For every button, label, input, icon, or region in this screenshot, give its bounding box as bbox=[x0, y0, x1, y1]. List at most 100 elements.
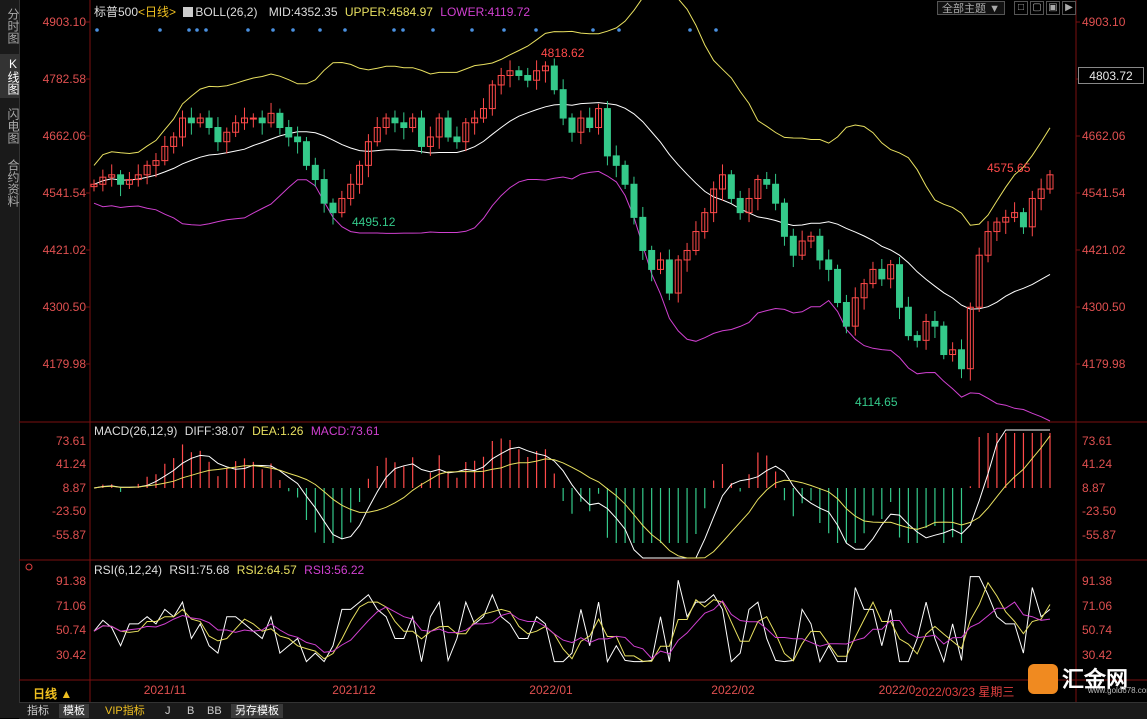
annotation-low-1: 4495.12 bbox=[352, 215, 396, 229]
rsi-label-right: 50.74 bbox=[1082, 623, 1112, 637]
period-toggle[interactable]: 日线 ▲ bbox=[33, 685, 72, 702]
annotation-recent-high: 4575.65 bbox=[987, 161, 1031, 175]
event-dot bbox=[688, 28, 692, 32]
candle-body bbox=[285, 127, 293, 138]
candle-body bbox=[320, 179, 328, 204]
candle-body bbox=[453, 136, 461, 143]
chevron-down-icon: ▼ bbox=[989, 3, 1000, 15]
tab-template[interactable]: 模板 bbox=[59, 704, 89, 718]
candle-body bbox=[896, 264, 904, 308]
logo-url: www.gold678.com bbox=[1088, 686, 1147, 695]
rsi1-line bbox=[93, 576, 1051, 664]
gold678-logo: 汇金网 www.gold678.com bbox=[1028, 660, 1147, 696]
candle-body bbox=[329, 202, 337, 214]
event-dots bbox=[95, 28, 718, 32]
macd-diff: DIFF:38.07 bbox=[184, 424, 245, 438]
kline-chart[interactable]: 4903.104903.104782.584782.584662.064662.… bbox=[0, 0, 1147, 718]
tab-vip-indicator[interactable]: VIP指标 bbox=[101, 704, 149, 718]
tab-bb[interactable]: BB bbox=[203, 704, 226, 718]
candle-body bbox=[816, 235, 824, 261]
rsi3-value: RSI3:56.22 bbox=[304, 563, 365, 577]
time-label: 2021/11 bbox=[144, 683, 187, 697]
tab-j[interactable]: J bbox=[161, 704, 175, 718]
main-chart-header: 标普500<日线> BOLL(26,2) MID:4352.35 UPPER:4… bbox=[94, 3, 534, 20]
candle-body bbox=[727, 174, 735, 199]
macd-label-left: 73.61 bbox=[56, 434, 86, 448]
event-dot bbox=[204, 28, 208, 32]
price-label-left: 4662.06 bbox=[43, 129, 87, 143]
candle-body bbox=[187, 117, 195, 124]
tab-indicator[interactable]: 指标 bbox=[23, 704, 53, 718]
candle-body bbox=[772, 183, 780, 204]
time-label: 2022/02 bbox=[711, 683, 755, 697]
event-dot bbox=[187, 28, 191, 32]
price-label-left: 4782.58 bbox=[43, 72, 87, 86]
window-button-4[interactable]: ▶ bbox=[1062, 1, 1076, 15]
price-label-right: 4662.06 bbox=[1082, 129, 1126, 143]
candle-body bbox=[1019, 212, 1027, 228]
macd-header: MACD(26,12,9) DIFF:38.07 DEA:1.26 MACD:7… bbox=[94, 424, 384, 438]
time-label: 2021/12 bbox=[332, 683, 376, 697]
time-label: 2022/01 bbox=[529, 683, 573, 697]
tab-save-template[interactable]: 另存模板 bbox=[231, 704, 283, 718]
annotation-low-2: 4114.65 bbox=[855, 395, 898, 409]
macd-label-right: 8.87 bbox=[1082, 481, 1106, 495]
price-label-right: 4421.02 bbox=[1082, 243, 1126, 257]
event-dot bbox=[392, 28, 396, 32]
candle-body bbox=[621, 164, 629, 185]
candle-body bbox=[302, 141, 310, 166]
candle-body bbox=[418, 117, 426, 147]
event-dot bbox=[246, 28, 250, 32]
macd-label-left: 41.24 bbox=[56, 457, 86, 471]
event-dot bbox=[591, 28, 595, 32]
rsi-title[interactable]: RSI(6,12,24) bbox=[94, 563, 162, 577]
candle-body bbox=[603, 108, 611, 157]
boll-lower-value: LOWER:4119.72 bbox=[440, 5, 531, 19]
event-dot bbox=[534, 28, 538, 32]
macd-histogram bbox=[102, 433, 1051, 543]
tab-b[interactable]: B bbox=[183, 704, 198, 718]
candle-body bbox=[842, 302, 850, 327]
macd-label-right: -23.50 bbox=[1082, 504, 1116, 518]
rsi2-value: RSI2:64.57 bbox=[236, 563, 297, 577]
candle-body bbox=[205, 117, 213, 129]
rsi-header: RSI(6,12,24) RSI1:75.68 RSI2:64.57 RSI3:… bbox=[94, 563, 368, 577]
candle-body bbox=[789, 235, 797, 256]
rsi-lines bbox=[93, 576, 1051, 664]
rsi1-value: RSI1:75.68 bbox=[169, 563, 230, 577]
candle-body bbox=[957, 349, 965, 370]
macd-value: MACD:73.61 bbox=[310, 424, 380, 438]
rsi2-line bbox=[93, 581, 1051, 662]
candle-body bbox=[258, 117, 266, 124]
theme-select[interactable]: 全部主题 ▼ bbox=[937, 1, 1005, 15]
window-button-3[interactable]: ▣ bbox=[1046, 1, 1060, 15]
price-label-right: 4541.54 bbox=[1082, 186, 1126, 200]
candle-body bbox=[214, 127, 222, 143]
event-dot bbox=[401, 28, 405, 32]
rsi-marker-icon bbox=[25, 563, 33, 571]
candle-body bbox=[559, 89, 567, 119]
boll-indicator-name[interactable]: BOLL(26,2) bbox=[183, 5, 261, 19]
window-button-1[interactable]: □ bbox=[1014, 1, 1028, 15]
candle-body bbox=[940, 325, 948, 356]
cursor-date: 2022/03/23 星期三 bbox=[915, 685, 1015, 699]
macd-label-left: -23.50 bbox=[52, 504, 86, 518]
period-name: <日线> bbox=[138, 5, 177, 19]
macd-title[interactable]: MACD(26,12,9) bbox=[94, 424, 177, 438]
rsi-label-right: 71.06 bbox=[1082, 599, 1112, 613]
macd-dea: DEA:1.26 bbox=[252, 424, 304, 438]
price-label-left: 4541.54 bbox=[43, 186, 87, 200]
event-dot bbox=[271, 28, 275, 32]
candle-body bbox=[117, 174, 125, 185]
annotation-high: 4818.62 bbox=[541, 46, 585, 60]
macd-label-left: 8.87 bbox=[63, 481, 87, 495]
window-button-2[interactable]: ▢ bbox=[1030, 1, 1044, 15]
time-label: 2022/0 bbox=[879, 683, 916, 697]
candle-body bbox=[249, 117, 257, 120]
candlesticks bbox=[90, 58, 1054, 381]
bollinger-bands bbox=[93, 0, 1051, 422]
rsi-label-left: 50.74 bbox=[56, 623, 86, 637]
candle-body bbox=[524, 74, 532, 81]
candle-body bbox=[780, 202, 788, 237]
chart-grid bbox=[19, 0, 1147, 702]
